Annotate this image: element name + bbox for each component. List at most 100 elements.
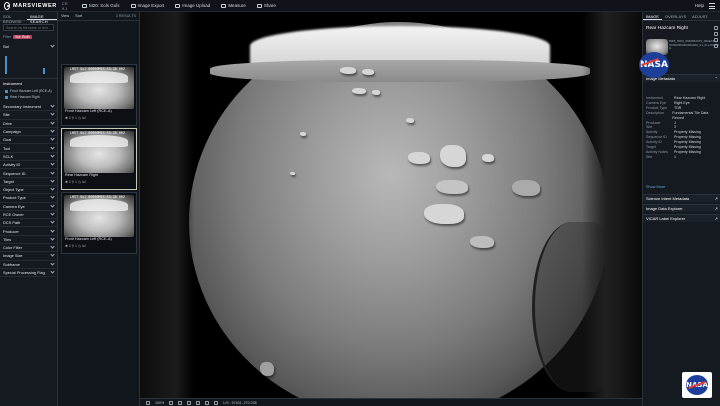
instrument-header[interactable]: Instrument xyxy=(0,78,57,88)
filter-sclk[interactable]: SCLK xyxy=(0,153,57,162)
filter-goal[interactable]: Goal xyxy=(0,136,57,145)
rotate-right-icon[interactable] xyxy=(196,400,201,405)
thumbnail-timestamp: LMST Sol 00000M15:53:38.002 xyxy=(70,196,125,200)
filter-image-size[interactable]: Image Size xyxy=(0,252,57,261)
sol-header[interactable]: Sol xyxy=(0,41,57,52)
nav-measure[interactable]: Measure xyxy=(221,3,246,8)
search-input[interactable] xyxy=(6,25,51,30)
chevron-down-icon xyxy=(50,111,55,117)
chevron-down-icon xyxy=(50,269,55,274)
filter-secondary-instrument[interactable]: Secondary Instrument xyxy=(0,103,57,112)
checkbox[interactable] xyxy=(5,89,8,93)
tab-overlays[interactable]: OVERLAYS xyxy=(662,12,689,20)
filter-tool[interactable]: Tool xyxy=(0,144,57,153)
chevron-down-icon xyxy=(50,252,55,258)
filter-dcs-path[interactable]: DCS Path xyxy=(0,219,57,228)
sol-histogram[interactable] xyxy=(3,52,54,74)
vicar-label-explorer-section[interactable]: VICAR Label Explorer ↗ xyxy=(643,214,720,222)
filter-product-type[interactable]: Product Type xyxy=(0,194,57,203)
metadata-value: Fundamental Tile Data Record xyxy=(672,110,709,120)
filter-subframe[interactable]: Subframe xyxy=(0,261,57,269)
chevron-up-icon: ⌃ xyxy=(714,76,718,81)
download-icon[interactable] xyxy=(714,26,718,30)
filter-activity-id[interactable]: Activity ID xyxy=(0,161,57,170)
image-data-explorer-section[interactable]: Image Data Explorer ↗ xyxy=(643,204,720,212)
filter-tiles[interactable]: Tiles xyxy=(0,236,57,245)
tab-adjust[interactable]: ADJUST xyxy=(689,12,711,20)
thumbnail-image xyxy=(64,67,134,109)
filter-site[interactable]: Site xyxy=(0,111,57,120)
fullscreen-icon[interactable] xyxy=(214,400,219,405)
chevron-down-icon xyxy=(50,103,55,108)
filter-campaign[interactable]: Campaign xyxy=(0,128,57,137)
thumbnail-caption: Front Hazcam Left (RCE-A) xyxy=(65,109,112,113)
filter-rce-owner[interactable]: RCE Owner xyxy=(0,211,57,220)
zoom-in-icon[interactable] xyxy=(169,400,174,405)
search-panel: SOL BROWSE IMAGE SEARCH Filter Sol: Both… xyxy=(0,12,58,406)
filter-color-filter[interactable]: Color Filter xyxy=(0,244,57,253)
result-card-selected[interactable]: LMST Sol 00000M15:53:38.002 Rear Hazcam … xyxy=(61,128,137,190)
filter-sequence-id[interactable]: Sequence ID xyxy=(0,169,57,178)
left-tabs: SOL BROWSE IMAGE SEARCH xyxy=(0,12,57,24)
export-icon xyxy=(130,3,136,8)
app-logo: MARSVIEWER CR 9.1 xyxy=(0,1,70,11)
nav-share[interactable]: Share xyxy=(256,3,276,8)
instrument-option[interactable]: Rear Hazcam Right xyxy=(0,94,57,100)
expand-icon: ↗ xyxy=(714,216,718,221)
results-count: 3 RESULTS xyxy=(115,14,136,18)
menu-icon[interactable] xyxy=(709,3,715,9)
filter-object-type[interactable]: Object Type xyxy=(0,186,57,195)
results-toolbar: View Sort 3 RESULTS xyxy=(58,12,139,21)
expand-icon: ↗ xyxy=(714,206,718,211)
nav-image-upload[interactable]: Image Upload xyxy=(175,3,210,8)
help-link[interactable]: Help xyxy=(695,3,704,8)
show-more-link[interactable]: Show More xyxy=(646,185,665,189)
metadata-table: Instrument Rear Hazcam Right Camera Eye Rig… xyxy=(646,96,718,160)
chevron-down-icon xyxy=(50,120,55,125)
fit-icon[interactable] xyxy=(178,400,183,405)
filter-drive[interactable]: Drive xyxy=(0,120,57,128)
link-icon[interactable] xyxy=(714,38,718,42)
filter-target[interactable]: Target xyxy=(0,178,57,186)
tab-sol-browse[interactable]: SOL BROWSE xyxy=(0,12,27,24)
tab-image[interactable]: IMAGE xyxy=(643,12,662,20)
chevron-down-icon xyxy=(50,136,55,141)
folder-icon xyxy=(82,3,87,8)
filter-camera-eye[interactable]: Camera Eye xyxy=(0,203,57,211)
thumbnail-meta: ✱ 3 ⚲ 1 ◷ 4d xyxy=(65,180,86,184)
share-icon[interactable] xyxy=(714,32,718,36)
image-title: Rear Hazcam Right xyxy=(646,26,688,31)
logo-icon xyxy=(4,1,10,10)
active-filters: Filter Sol: Both xyxy=(0,33,57,41)
filter-label: Filter xyxy=(3,35,11,39)
filter-producer[interactable]: Producer xyxy=(0,227,57,236)
checkbox[interactable] xyxy=(5,95,8,99)
sort-button[interactable]: Sort xyxy=(75,14,82,18)
nasa-logo-overlay: NASA xyxy=(636,50,672,80)
zoom-out-icon[interactable] xyxy=(146,400,150,405)
thumbnail-caption: Front Hazcam Left (RCE-A) xyxy=(65,237,112,241)
view-button[interactable]: View xyxy=(61,14,69,18)
tab-image-search[interactable]: IMAGE SEARCH xyxy=(26,12,57,24)
top-bar: MARSVIEWER CR 9.1 M20: Sols Gols Image E… xyxy=(0,0,720,12)
nav-mission-selector[interactable]: M20: Sols Gols xyxy=(82,3,120,8)
thumbnail-caption: Rear Hazcam Right xyxy=(65,173,99,177)
image-viewer[interactable] xyxy=(140,12,642,398)
star-icon[interactable] xyxy=(714,44,718,48)
nav-image-export[interactable]: Image Export xyxy=(130,3,164,8)
chevron-down-icon xyxy=(50,153,55,158)
filter-chip[interactable]: Sol: Both xyxy=(13,35,32,39)
chevron-down-icon xyxy=(50,211,55,216)
chevron-down-icon xyxy=(50,43,55,48)
share-icon xyxy=(256,3,262,8)
zoom-level[interactable]: 100% xyxy=(155,401,164,405)
result-card[interactable]: LMST Sol 00000M15:53:38.002 Front Hazcam… xyxy=(61,192,137,254)
chevron-down-icon xyxy=(50,161,55,166)
result-card[interactable]: LMST Sol 00000M15:53:38.002 Front Hazcam… xyxy=(61,64,137,126)
science-intent-section[interactable]: Science Intent Metadata ↗ xyxy=(643,194,720,202)
flip-icon[interactable] xyxy=(205,400,210,405)
cursor-coordinates: L/S : 57401, 270.238 xyxy=(223,400,257,405)
filter-list: Secondary Instrument Site Drive Campaign Goa… xyxy=(0,103,57,278)
filter-special-processing-flag[interactable]: Special Processing Flag xyxy=(0,269,57,278)
rotate-left-icon[interactable] xyxy=(187,400,192,405)
